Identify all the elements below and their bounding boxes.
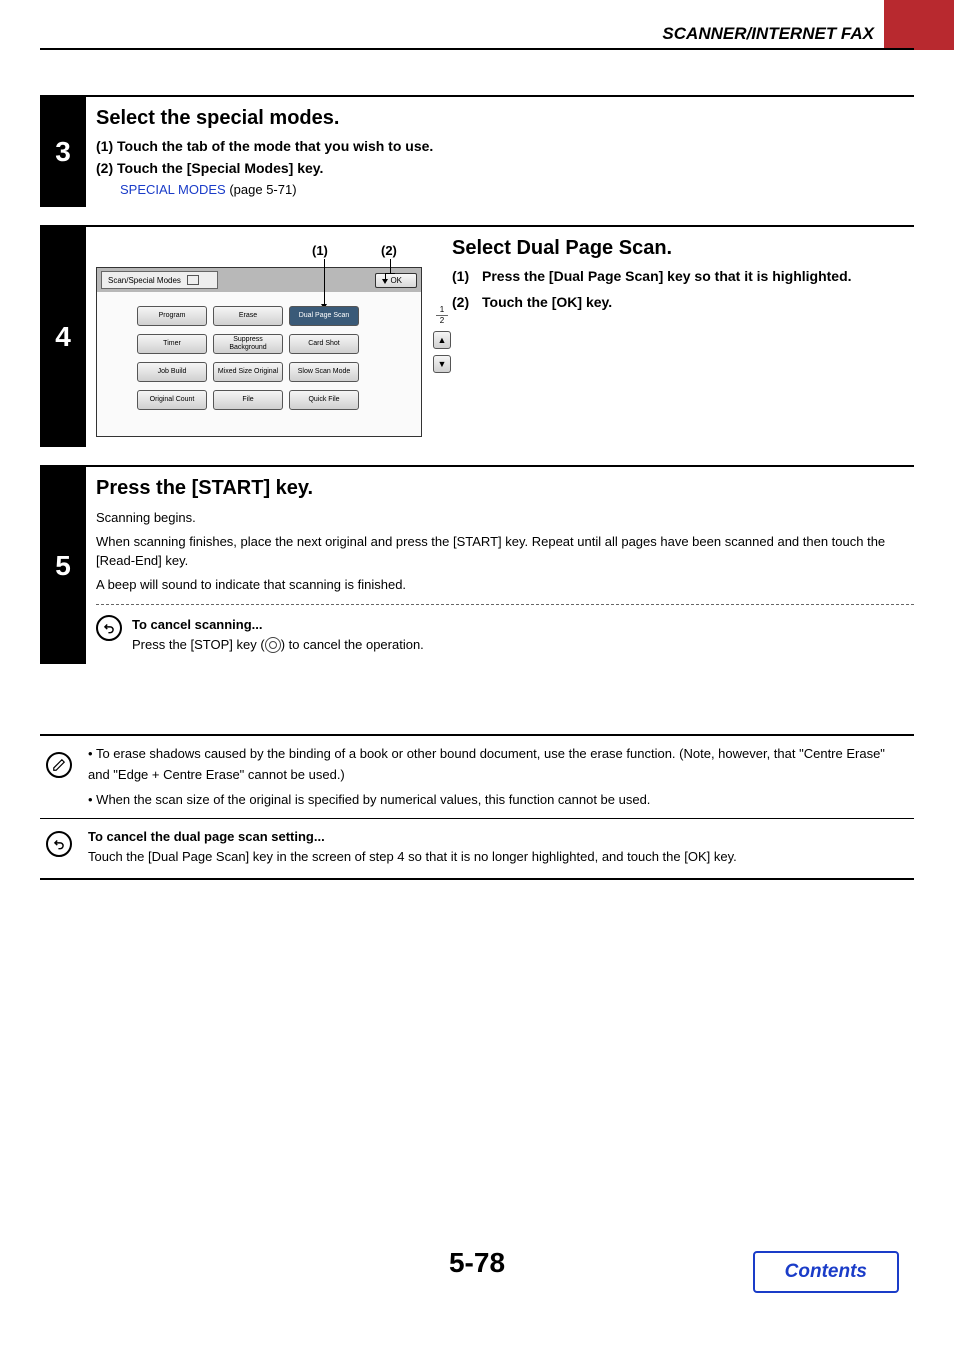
- tab-icon: [187, 275, 199, 285]
- step-4-item2-num: (2): [452, 294, 482, 310]
- special-modes-link-suffix: (page 5-71): [226, 182, 297, 197]
- timer-button[interactable]: Timer: [137, 334, 207, 354]
- arrow-down-icon: ▼: [438, 359, 447, 369]
- job-build-button[interactable]: Job Build: [137, 362, 207, 382]
- header-red-corner: [884, 0, 954, 50]
- step-3-line1: (1) Touch the tab of the mode that you w…: [96, 138, 914, 154]
- slow-scan-button[interactable]: Slow Scan Mode: [289, 362, 359, 382]
- job-build-label: Job Build: [158, 368, 187, 376]
- undo-icon-2: [46, 831, 72, 857]
- cancel-setting-text: Touch the [Dual Page Scan] key in the sc…: [88, 847, 737, 867]
- dual-page-scan-button[interactable]: Dual Page Scan: [289, 306, 359, 326]
- file-button[interactable]: File: [213, 390, 283, 410]
- program-button[interactable]: Program: [137, 306, 207, 326]
- step-5-title: Press the [START] key.: [96, 477, 914, 500]
- step-5-p2: When scanning finishes, place the next o…: [96, 532, 914, 571]
- step-4-row: 4 (1) (2): [40, 225, 914, 447]
- step-4-item2-text: Touch the [OK] key.: [482, 294, 612, 310]
- slow-scan-icon: [293, 367, 303, 377]
- quick-file-button[interactable]: Quick File: [289, 390, 359, 410]
- special-modes-link[interactable]: SPECIAL MODES: [120, 182, 226, 197]
- page-indicator-bottom: 2: [436, 317, 448, 325]
- step-5-p1: Scanning begins.: [96, 508, 914, 528]
- mixed-size-icon: [217, 367, 227, 377]
- step-5-p3: A beep will sound to indicate that scann…: [96, 575, 914, 595]
- step-3-link-line: SPECIAL MODES (page 5-71): [96, 182, 914, 197]
- dashed-separator: [96, 604, 914, 605]
- original-count-button[interactable]: Original Count: [137, 390, 207, 410]
- slow-scan-label: Slow Scan Mode: [298, 368, 351, 376]
- scroll-up-button[interactable]: ▲: [433, 331, 451, 349]
- erase-button[interactable]: Erase: [213, 306, 283, 326]
- step-4-right-title: Select Dual Page Scan.: [452, 237, 914, 260]
- scroll-down-button[interactable]: ▼: [433, 355, 451, 373]
- cancel-scanning-title: To cancel scanning...: [132, 615, 424, 635]
- dual-page-scan-label: Dual Page Scan: [299, 312, 350, 320]
- callout-2-line-a: [390, 259, 391, 273]
- original-count-label: Original Count: [150, 396, 195, 404]
- callout-2-label: (2): [381, 243, 397, 258]
- job-build-icon: [141, 367, 151, 377]
- arrowhead-2: [382, 279, 388, 284]
- cancel-scanning-text: Press the [STOP] key ( ) to cancel the op…: [132, 635, 424, 655]
- callout-2-line-b: [385, 273, 395, 274]
- contents-button[interactable]: Contents: [753, 1251, 899, 1293]
- callout-1-label: (1): [312, 243, 328, 258]
- screen-preview: (1) (2) Scan/Special Modes: [96, 237, 422, 437]
- step-3-line2: (2) Touch the [Special Modes] key.: [96, 160, 914, 176]
- step-3-number: 3: [40, 97, 86, 207]
- info-bullet-1: To erase shadows caused by the binding o…: [88, 746, 885, 782]
- cancel-setting-block: To cancel the dual page scan setting... …: [40, 819, 914, 880]
- step-5-row: 5 Press the [START] key. Scanning begins…: [40, 465, 914, 664]
- cancel-text-b: ) to cancel the operation.: [281, 637, 424, 652]
- dual-page-icon: [293, 311, 303, 321]
- step-5-number: 5: [40, 467, 86, 664]
- page-indicator-top: 1: [436, 306, 448, 314]
- note-icon: [46, 752, 72, 778]
- stop-key-icon: [265, 637, 281, 653]
- step-3-row: 3 Select the special modes. (1) Touch th…: [40, 95, 914, 207]
- cancel-setting-title: To cancel the dual page scan setting...: [88, 827, 737, 847]
- step-4-item1-text: Press the [Dual Page Scan] key so that i…: [482, 268, 852, 284]
- step-4-number: 4: [40, 227, 86, 447]
- header-section-title: SCANNER/INTERNET FAX: [662, 24, 874, 44]
- original-count-icon: [141, 395, 151, 405]
- cancel-text-a: Press the [STOP] key (: [132, 637, 265, 652]
- info-block: • To erase shadows caused by the binding…: [40, 734, 914, 819]
- suppress-bg-button[interactable]: Suppress Background: [213, 334, 283, 354]
- undo-icon: [96, 615, 122, 641]
- screen-tab-text: Scan/Special Modes: [108, 276, 181, 285]
- header-rule: [40, 48, 914, 50]
- step-3-title: Select the special modes.: [96, 107, 914, 130]
- screen-tab[interactable]: Scan/Special Modes: [101, 271, 218, 289]
- info-bullet-2: When the scan size of the original is sp…: [96, 792, 650, 807]
- mixed-size-button[interactable]: Mixed Size Original: [213, 362, 283, 382]
- arrow-up-icon: ▲: [438, 335, 447, 345]
- page-indicator: 1 2: [436, 306, 448, 325]
- card-shot-button[interactable]: Card Shot: [289, 334, 359, 354]
- step-4-item1-num: (1): [452, 268, 482, 284]
